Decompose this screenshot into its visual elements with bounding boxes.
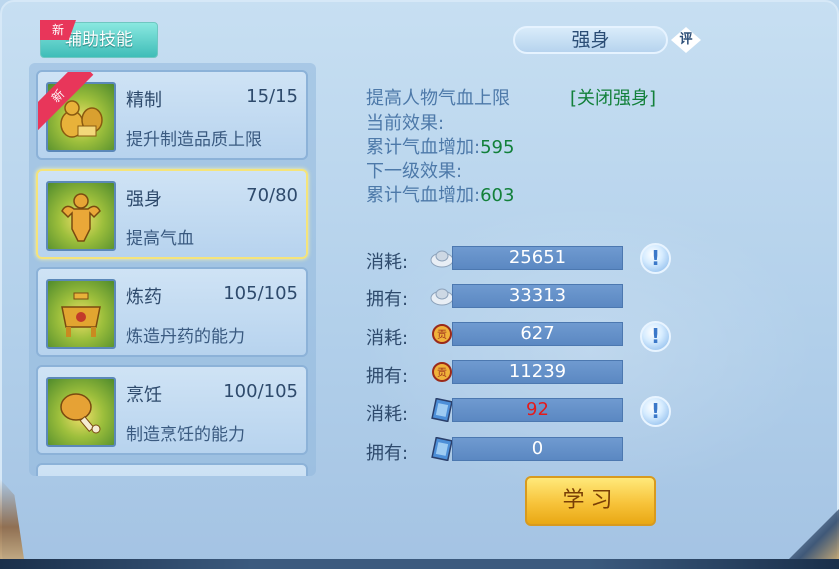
- current-effect-row: 累计气血增加:595: [366, 133, 514, 159]
- muscle-man-icon: [46, 181, 116, 251]
- cost-label: 消耗:: [366, 328, 409, 349]
- learn-button[interactable]: 学习: [525, 476, 656, 526]
- cost-value: 627: [452, 322, 623, 346]
- svg-text:贡: 贡: [437, 367, 447, 379]
- current-effect-label: 当前效果:: [366, 113, 445, 134]
- skill-name: 烹饪: [126, 385, 162, 406]
- owned-label: 拥有:: [366, 289, 409, 310]
- gourd-tools-icon: [46, 82, 116, 152]
- skill-desc: 提高气血: [126, 229, 194, 249]
- next-effect-label: 下一级效果:: [366, 161, 463, 182]
- skill-name: 精制: [126, 90, 162, 111]
- current-effect-label-text: 累计气血增加:: [366, 137, 481, 158]
- current-effect-value: 595: [480, 137, 515, 158]
- skill-level: 105/105: [223, 283, 298, 304]
- skill-desc: 制造烹饪的能力: [126, 425, 245, 445]
- skill-item-strengthen[interactable]: 强身 70/80 提高气血: [36, 169, 308, 259]
- skill-effect-desc: 提高人物气血上限: [366, 88, 510, 109]
- skill-item-cooking[interactable]: 烹饪 100/105 制造烹饪的能力: [36, 365, 308, 455]
- next-effect-value: 603: [480, 185, 515, 206]
- skill-item-partial[interactable]: [36, 463, 308, 476]
- next-effect-label-text: 累计气血增加:: [366, 185, 481, 206]
- skill-name: 炼药: [126, 287, 162, 308]
- cost-value-insufficient: 92: [452, 398, 623, 422]
- owned-label: 拥有:: [366, 443, 409, 464]
- skill-level: 70/80: [246, 185, 298, 206]
- skill-level: 15/15: [246, 86, 298, 107]
- svg-text:贡: 贡: [437, 329, 447, 341]
- skill-item-alchemy[interactable]: 炼药 105/105 炼造丹药的能力: [36, 267, 308, 357]
- owned-value: 0: [452, 437, 623, 461]
- next-effect-row: 累计气血增加:603: [366, 181, 514, 207]
- skill-desc: 提升制造品质上限: [126, 130, 262, 150]
- owned-value: 33313: [452, 284, 623, 308]
- cost-label: 消耗:: [366, 252, 409, 273]
- info-icon[interactable]: !: [640, 243, 671, 274]
- cost-value: 25651: [452, 246, 623, 270]
- info-icon[interactable]: !: [640, 321, 671, 352]
- cost-label: 消耗:: [366, 404, 409, 425]
- owned-value: 11239: [452, 360, 623, 384]
- skill-item-refine[interactable]: 精制 15/15 提升制造品质上限 新: [36, 70, 308, 160]
- drumstick-icon: [46, 377, 116, 447]
- close-skill-link[interactable]: [关闭强身]: [570, 84, 656, 110]
- owned-label: 拥有:: [366, 366, 409, 387]
- cauldron-icon: [46, 279, 116, 349]
- skill-level: 100/105: [223, 381, 298, 402]
- window-bottom-edge: [0, 559, 839, 569]
- skill-title: 强身: [513, 26, 668, 54]
- info-icon[interactable]: !: [640, 396, 671, 427]
- skill-list[interactable]: 精制 15/15 提升制造品质上限 新 强身 70/80 提高气血 炼药 105…: [29, 63, 316, 476]
- skill-desc: 炼造丹药的能力: [126, 327, 245, 347]
- skill-name: 强身: [126, 189, 162, 210]
